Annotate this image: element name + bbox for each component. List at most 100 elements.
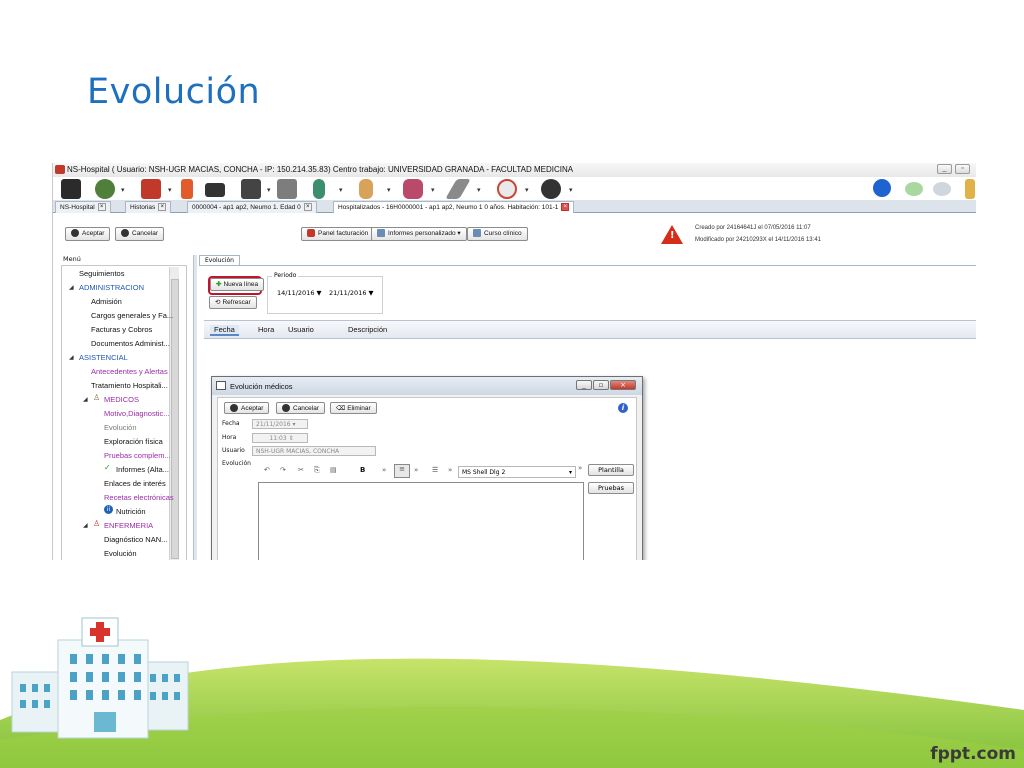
- menu-item-documentos[interactable]: Documentos Administ...: [91, 339, 170, 348]
- tab-ns-hospital[interactable]: NS-Hospital ×: [55, 201, 111, 213]
- more-icon[interactable]: »: [414, 466, 418, 474]
- paste-icon[interactable]: ▤: [330, 466, 337, 474]
- expand-icon[interactable]: ◢: [69, 284, 74, 291]
- nueva-linea-button[interactable]: ✚ Nueva línea: [210, 278, 265, 291]
- expand-icon[interactable]: ◢: [83, 396, 88, 403]
- menu-item-admision[interactable]: Admisión: [91, 297, 122, 306]
- font-select[interactable]: MS Shell Dlg 2 ▾: [458, 466, 576, 478]
- menu-item-administracion[interactable]: ADMINISTRACION: [79, 283, 144, 292]
- menu-item-enfermeria[interactable]: ENFERMERIA: [104, 521, 153, 530]
- menu-item-antecedentes[interactable]: Antecedentes y Alertas: [91, 367, 168, 376]
- menu-item-cargos[interactable]: Cargos generales y Fa...: [91, 311, 173, 320]
- users-icon[interactable]: [95, 179, 115, 199]
- folder-icon[interactable]: [141, 179, 161, 199]
- undo-icon[interactable]: ↶: [264, 466, 270, 474]
- info-icon[interactable]: i: [618, 403, 628, 413]
- column-descripcion[interactable]: Descripción: [348, 325, 387, 334]
- curso-clinico-button[interactable]: Curso clínico: [467, 227, 528, 241]
- menu-item-recetas[interactable]: Recetas electrónicas: [104, 493, 174, 502]
- info-icon[interactable]: [873, 179, 891, 197]
- maximize-button[interactable]: ▫: [955, 164, 970, 174]
- evolucion-editor[interactable]: [258, 482, 584, 560]
- calendar-icon[interactable]: [61, 179, 81, 199]
- alert-icon[interactable]: [181, 179, 193, 199]
- tab-hospitalizados[interactable]: Hospitalizados - 16H0000001 - ap1 ap2, N…: [333, 201, 575, 213]
- splitter[interactable]: [193, 255, 197, 560]
- chevron-down-icon[interactable]: ▼: [369, 289, 374, 297]
- menu-item-exploracion[interactable]: Exploración física: [104, 437, 163, 446]
- chevron-down-icon[interactable]: ▾: [387, 186, 391, 194]
- dialog-cancelar-button[interactable]: Cancelar: [276, 402, 326, 414]
- checklist-icon[interactable]: [497, 179, 517, 199]
- cut-icon[interactable]: ✂: [298, 466, 304, 474]
- gear-icon[interactable]: [541, 179, 561, 199]
- nurse-icon[interactable]: [313, 179, 325, 199]
- close-icon[interactable]: ×: [561, 203, 570, 212]
- menu-item-asistencial[interactable]: ASISTENCIAL: [79, 353, 128, 362]
- tab-historias[interactable]: Historias ×: [125, 201, 172, 213]
- menu-item-medicos[interactable]: MEDICOS: [104, 395, 139, 404]
- chat-icon[interactable]: [905, 182, 923, 196]
- menu-item-informes[interactable]: Informes (Alta...: [116, 465, 169, 474]
- fecha-desde-input[interactable]: 14/11/2016 ▼: [273, 286, 325, 298]
- align-left-icon[interactable]: ≡: [394, 464, 410, 478]
- maximize-button[interactable]: ▫: [593, 380, 609, 390]
- syringe-icon[interactable]: [445, 179, 471, 199]
- column-hora[interactable]: Hora: [258, 325, 274, 334]
- chevron-down-icon[interactable]: ▾: [168, 186, 172, 194]
- menu-item-seguimientos[interactable]: Seguimientos: [79, 269, 124, 278]
- menu-item-evolucion-enfermeria[interactable]: Evolución: [104, 549, 137, 558]
- chevron-down-icon[interactable]: ▾: [121, 186, 125, 194]
- more-icon[interactable]: »: [448, 466, 452, 474]
- chevron-down-icon[interactable]: ▾: [569, 186, 573, 194]
- menu-item-facturas[interactable]: Facturas y Cobros: [91, 325, 152, 334]
- close-icon[interactable]: ×: [303, 203, 312, 212]
- menu-item-tratamiento[interactable]: Tratamiento Hospitali...: [91, 381, 168, 390]
- message-icon[interactable]: [933, 182, 951, 196]
- refrescar-button[interactable]: ⟲ Refrescar: [209, 296, 257, 309]
- dialog-eliminar-button[interactable]: ⌫ Eliminar: [330, 402, 377, 414]
- chevron-down-icon[interactable]: ▾: [525, 186, 529, 194]
- chevron-down-icon[interactable]: ▾: [293, 421, 296, 428]
- minimize-button[interactable]: _: [576, 380, 592, 390]
- copy-icon[interactable]: ⎘: [314, 466, 320, 475]
- expand-icon[interactable]: ◢: [69, 354, 74, 361]
- menu-item-nutricion[interactable]: Nutrición: [116, 507, 146, 516]
- chevron-down-icon[interactable]: ▾: [339, 186, 343, 194]
- panel-facturacion-button[interactable]: Panel facturación: [301, 227, 375, 241]
- fecha-input[interactable]: 21/11/2016 ▾: [252, 419, 308, 429]
- usuario-input[interactable]: NSH-UGR MACIAS, CONCHA: [252, 446, 376, 456]
- close-icon[interactable]: ×: [158, 203, 167, 212]
- more-icon[interactable]: »: [382, 466, 386, 474]
- bed-icon[interactable]: [205, 183, 225, 197]
- chevron-down-icon[interactable]: ▾: [431, 186, 435, 194]
- menu-item-pruebas[interactable]: Pruebas complem...: [104, 451, 171, 460]
- cancelar-button[interactable]: Cancelar: [115, 227, 165, 241]
- close-button[interactable]: ×: [610, 380, 636, 390]
- patient-icon[interactable]: [403, 179, 423, 199]
- more-icon[interactable]: »: [578, 464, 582, 472]
- cabinet-icon[interactable]: [241, 179, 261, 199]
- fecha-hasta-input[interactable]: 21/11/2016 ▼: [325, 286, 377, 298]
- hora-input[interactable]: 11:03 ⇕: [252, 433, 308, 443]
- scroll-thumb[interactable]: [171, 279, 179, 559]
- bold-icon[interactable]: B: [360, 466, 365, 474]
- chevron-down-icon[interactable]: ▾: [477, 186, 481, 194]
- plantilla-button[interactable]: Plantilla: [588, 464, 634, 476]
- key-icon[interactable]: [965, 179, 975, 199]
- tab-patient[interactable]: 0000004 - ap1 ap2, Neumo 1. Edad 0 ×: [187, 201, 317, 213]
- building-icon[interactable]: [277, 179, 297, 199]
- chevron-down-icon[interactable]: ▾: [267, 186, 271, 194]
- column-usuario[interactable]: Usuario: [288, 325, 314, 334]
- doctor-icon[interactable]: [359, 179, 373, 199]
- menu-item-motivo[interactable]: Motivo,Diagnostic...: [104, 409, 169, 418]
- chevron-down-icon[interactable]: ▾: [569, 467, 572, 478]
- chevron-down-icon[interactable]: ▼: [317, 289, 322, 297]
- column-fecha[interactable]: Fecha: [210, 325, 239, 336]
- menu-item-evolucion[interactable]: Evolución: [104, 423, 137, 432]
- dialog-aceptar-button[interactable]: Aceptar: [224, 402, 270, 414]
- close-icon[interactable]: ×: [97, 203, 106, 212]
- spinner-icon[interactable]: ⇕: [289, 435, 294, 442]
- minimize-button[interactable]: _: [937, 164, 952, 174]
- expand-icon[interactable]: ◢: [83, 522, 88, 529]
